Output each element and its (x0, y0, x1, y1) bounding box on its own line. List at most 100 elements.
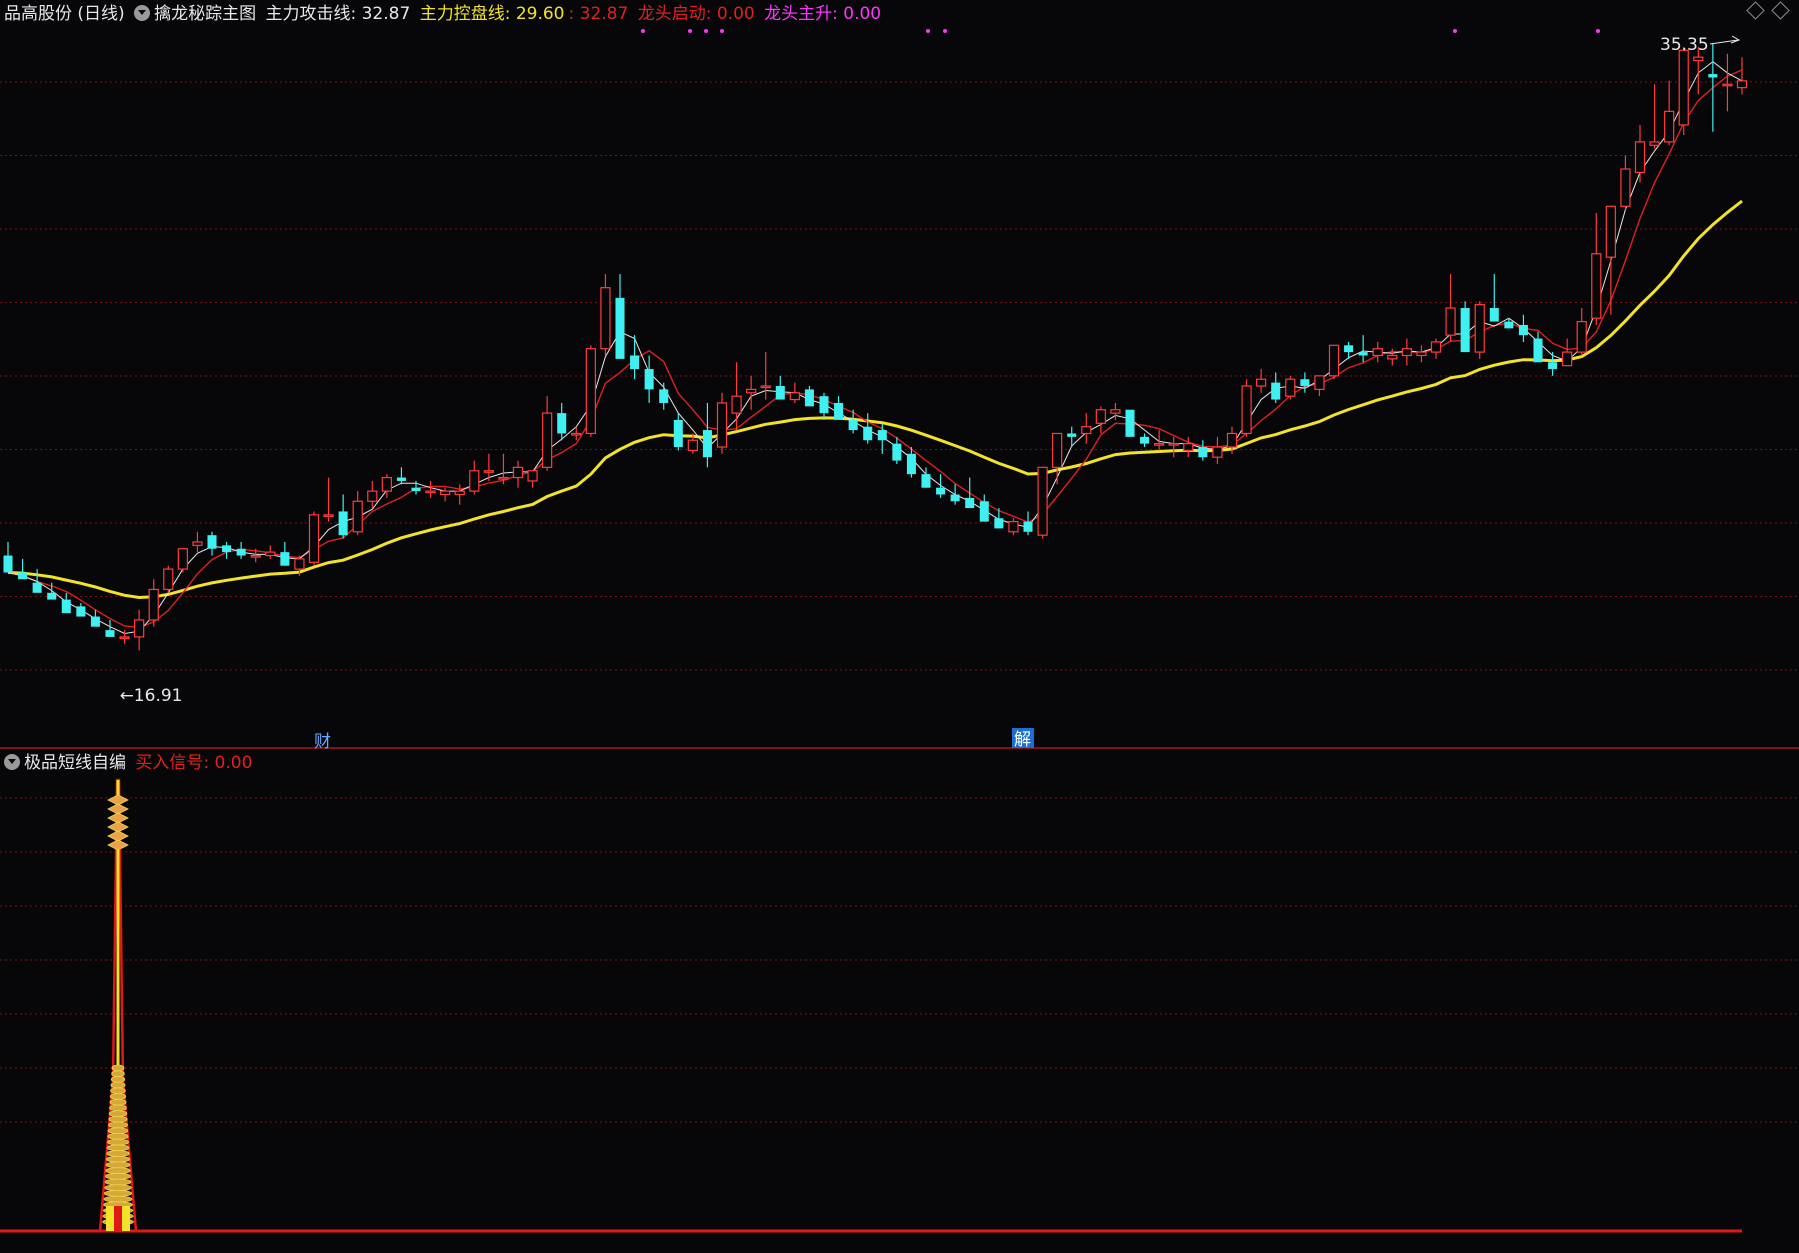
event-label-jie: 解 (1014, 730, 1031, 750)
candle-body (673, 419, 683, 448)
signal-diamond-mark (107, 812, 129, 824)
candle-body (323, 514, 334, 517)
candle-body (207, 535, 217, 549)
candle-body (1693, 56, 1704, 62)
candle-body (119, 636, 130, 639)
candle (1271, 372, 1281, 403)
candle-body (483, 470, 494, 473)
candle (280, 541, 290, 566)
candle-body (1256, 378, 1267, 387)
candle-body (3, 555, 13, 573)
candle-body (469, 470, 480, 492)
candle (746, 375, 757, 410)
low-price-label: ←16.91 (120, 686, 183, 706)
candle-body (1212, 446, 1223, 458)
candle (1285, 375, 1296, 400)
candle-body (338, 511, 348, 536)
signal-dot (704, 29, 708, 33)
signal-stack-mark (109, 1104, 127, 1112)
candle (1576, 308, 1587, 356)
candle (265, 545, 276, 559)
candle-body (177, 548, 188, 570)
signal-stack-mark (106, 1144, 130, 1152)
signal-stack-mark (108, 1121, 128, 1129)
kline-chart-window: ←16.91 35.35 财 解 品高股份 (日线) 擒龙秘踪主图 主力攻击线: 32… (0, 0, 1799, 1249)
sub-indicator-menu-icon[interactable] (4, 754, 20, 770)
signal-diamond-mark (107, 803, 129, 815)
candle (775, 375, 785, 400)
candle (1372, 341, 1383, 363)
candle-body (1271, 382, 1281, 400)
candle-body (1416, 351, 1427, 357)
candle-body (1591, 253, 1602, 319)
candle (1416, 345, 1427, 363)
candle-body (1300, 379, 1310, 386)
candle-body (1328, 344, 1340, 377)
candle-body (994, 518, 1004, 529)
candle-body (425, 490, 436, 494)
candle-body (1095, 409, 1106, 424)
candle-body (1387, 354, 1398, 360)
high-arrow-head (1730, 35, 1741, 44)
candle (440, 487, 451, 502)
candle-body (76, 606, 86, 617)
candle-body (775, 386, 785, 400)
indicator-menu-icon[interactable] (134, 5, 151, 21)
candle-body (1067, 433, 1077, 437)
candle-body (1314, 375, 1325, 390)
signal-stack-mark (107, 1133, 129, 1140)
candle-body (630, 355, 640, 370)
candle-body (512, 466, 524, 479)
candle-body (1562, 351, 1573, 367)
signal-stack-mark (104, 1184, 132, 1192)
candle-body (1125, 409, 1135, 437)
candle (1256, 369, 1267, 393)
candle (1314, 375, 1325, 397)
candle (1460, 301, 1470, 353)
candle (1474, 301, 1485, 359)
candle-body (265, 551, 276, 557)
candle-body (702, 430, 712, 458)
candle-body (1401, 348, 1412, 357)
candle (512, 460, 524, 488)
candle-body (965, 497, 975, 509)
candle (702, 402, 712, 468)
signal-stack-mark (106, 1150, 130, 1157)
candle-body (615, 297, 625, 359)
candle (819, 392, 829, 420)
candle-body (280, 552, 290, 566)
signal-diamond-mark (107, 830, 129, 842)
candle (1489, 274, 1499, 322)
candle (1678, 46, 1689, 136)
candle (1548, 352, 1558, 376)
candle-body (789, 392, 800, 401)
candle-body (1504, 321, 1514, 329)
candle-body (1430, 341, 1442, 353)
signal-label: 买入信号: 0.00 (135, 753, 253, 773)
candle-body (600, 287, 611, 350)
indicator-name[interactable]: 擒龙秘踪主图 (154, 4, 256, 24)
candle (1358, 335, 1368, 363)
candle-body (979, 501, 989, 522)
event-label-cai: 财 (314, 732, 331, 752)
signal-stack-mark (110, 1076, 126, 1083)
candle (352, 491, 363, 536)
candle-body (659, 389, 669, 403)
signal-dot (688, 29, 692, 33)
candle (965, 477, 975, 509)
candle-body (1489, 308, 1499, 322)
candle (1212, 436, 1223, 464)
candle-body (1708, 74, 1718, 78)
signal-diamond-mark (107, 794, 129, 806)
candle (1328, 344, 1340, 380)
candle-body (47, 592, 57, 600)
line2-extra: : 32.87 (568, 4, 629, 24)
candle (630, 335, 640, 380)
candle (192, 531, 203, 553)
candle (367, 480, 378, 509)
candle (863, 413, 873, 444)
candle-body (950, 494, 960, 502)
candle-body (571, 432, 582, 436)
candle (1634, 124, 1646, 183)
sub-indicator-name[interactable]: 极品短线自编 (24, 753, 126, 773)
